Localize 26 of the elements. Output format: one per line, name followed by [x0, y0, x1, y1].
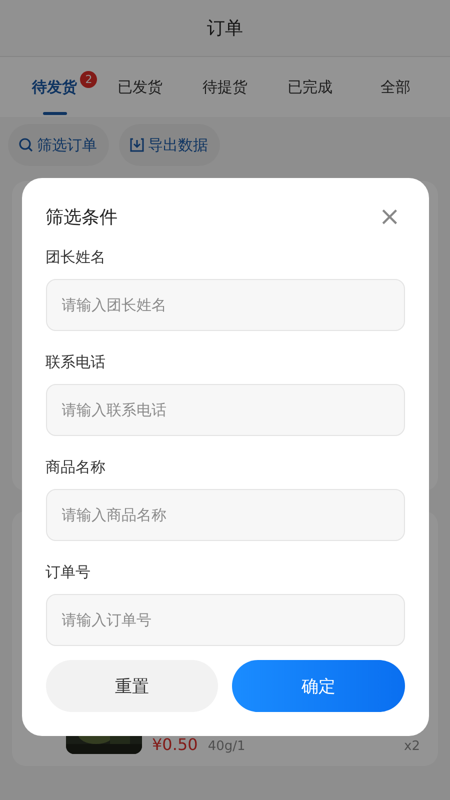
close-button[interactable]: × — [374, 204, 404, 230]
export-button[interactable]: 导出数据 — [119, 124, 220, 166]
item-spec: 40g/1 — [208, 739, 246, 754]
input-field[interactable]: 请输入订单号 — [46, 594, 404, 646]
order-tab[interactable]: 全部 — [352, 57, 438, 117]
item-price: ¥0.50 — [152, 735, 198, 754]
reset-button[interactable]: 重置 — [46, 660, 218, 712]
dialog-title: 筛选条件 — [46, 206, 118, 229]
field-label: 团长姓名 — [46, 248, 106, 267]
count-badge: 2 — [80, 71, 98, 88]
download-icon — [129, 137, 145, 153]
input-field[interactable]: 请输入联系电话 — [46, 384, 404, 436]
filter-button[interactable]: 筛选订单 — [8, 124, 109, 166]
field-label: 联系电话 — [46, 353, 106, 372]
input-field[interactable]: 请输入商品名称 — [46, 489, 404, 541]
order-tab[interactable]: 已发货 — [97, 57, 182, 117]
search-icon — [18, 137, 34, 153]
order-tab[interactable]: 待发货 2 — [12, 57, 98, 117]
confirm-button[interactable]: 确定 — [232, 660, 404, 712]
order-tab[interactable]: 已完成 — [268, 57, 353, 117]
input-field[interactable]: 请输入团长姓名 — [46, 279, 404, 331]
item-quantity: x2 — [404, 739, 420, 754]
page-title: 订单 — [207, 17, 243, 40]
order-tab[interactable]: 待提货 — [182, 57, 268, 117]
field-label: 商品名称 — [46, 458, 106, 477]
field-label: 订单号 — [46, 563, 92, 582]
